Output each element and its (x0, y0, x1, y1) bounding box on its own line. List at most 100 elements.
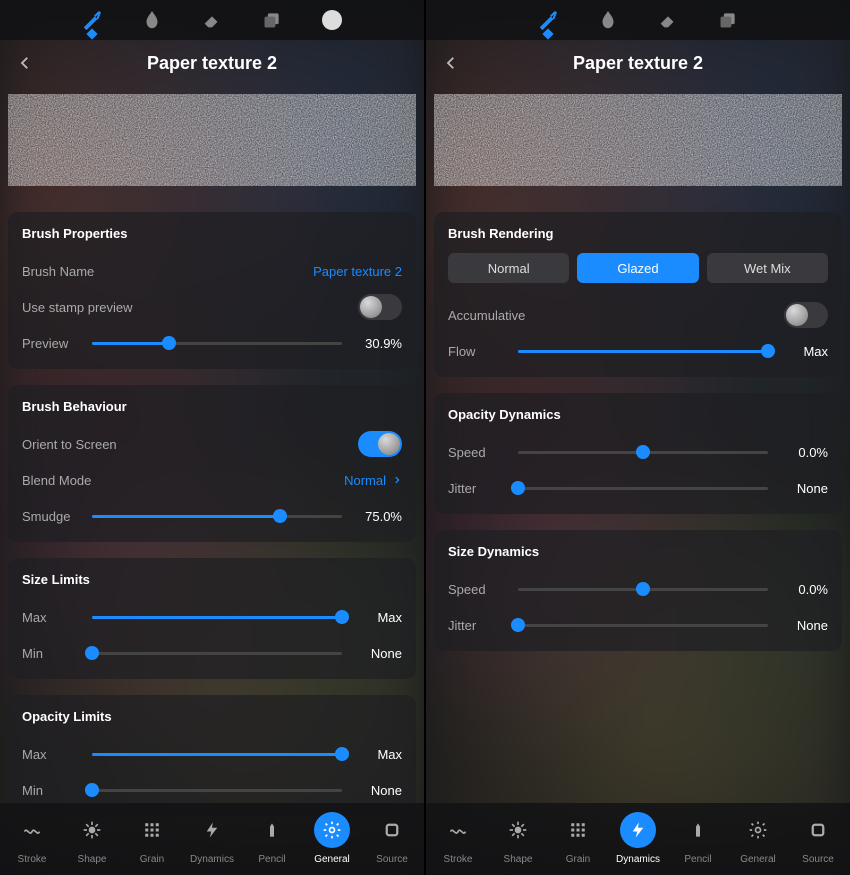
tab-label: Stroke (444, 854, 473, 865)
row-smudge: Smudge 75.0% (22, 498, 402, 534)
row-od-jitter: Jitter None (448, 470, 828, 506)
tab-general[interactable]: General (302, 812, 362, 865)
sd-speed-slider[interactable] (518, 588, 768, 591)
tab-stroke[interactable]: Stroke (2, 812, 62, 865)
size-max-slider[interactable] (92, 616, 342, 619)
back-icon[interactable] (16, 54, 34, 72)
card-title: Brush Rendering (448, 226, 828, 241)
card-title: Opacity Dynamics (448, 407, 828, 422)
od-jitter-value: None (778, 481, 828, 496)
tab-shape[interactable]: Shape (62, 812, 122, 865)
sd-jitter-slider[interactable] (518, 624, 768, 627)
tab-source[interactable]: Source (362, 812, 422, 865)
rendering-mode-segment: Normal Glazed Wet Mix (448, 253, 828, 283)
eraser-tool-icon[interactable] (200, 8, 224, 32)
accumulative-label: Accumulative (448, 308, 525, 323)
panel-general: Paper texture 2 Brush Properties Brush N… (0, 0, 424, 875)
card-title: Brush Behaviour (22, 399, 402, 414)
blend-mode-label: Blend Mode (22, 473, 91, 488)
layers-tool-icon[interactable] (716, 8, 740, 32)
seg-normal[interactable]: Normal (448, 253, 569, 283)
preview-slider[interactable] (92, 342, 342, 345)
grid-icon (560, 812, 596, 848)
smudge-tool-icon[interactable] (140, 8, 164, 32)
pencil-icon (254, 812, 290, 848)
back-icon[interactable] (442, 54, 460, 72)
flow-slider[interactable] (518, 350, 768, 353)
tab-general[interactable]: General (728, 812, 788, 865)
sd-jitter-label: Jitter (448, 618, 508, 633)
tab-label: Shape (78, 854, 107, 865)
tab-pencil[interactable]: Pencil (242, 812, 302, 865)
flow-label: Flow (448, 344, 508, 359)
tab-grain[interactable]: Grain (548, 812, 608, 865)
brush-preview (434, 78, 842, 208)
card-title: Size Dynamics (448, 544, 828, 559)
smudge-tool-icon[interactable] (596, 8, 620, 32)
wave-icon (440, 812, 476, 848)
od-jitter-slider[interactable] (518, 487, 768, 490)
brush-tool-icon[interactable] (536, 8, 560, 32)
wave-icon (14, 812, 50, 848)
bottom-tab-bar: Stroke Shape Grain Dynamics PencilGeneralSou… (0, 803, 424, 875)
accumulative-toggle[interactable] (784, 302, 828, 328)
od-jitter-label: Jitter (448, 481, 508, 496)
burst-icon (500, 812, 536, 848)
tab-dynamics[interactable]: Dynamics (182, 812, 242, 865)
preview-label: Preview (22, 336, 82, 351)
row-size-max: Max Max (22, 599, 402, 635)
opacity-min-slider[interactable] (92, 789, 342, 792)
page-title: Paper texture 2 (573, 53, 703, 74)
flow-value: Max (778, 344, 828, 359)
row-preview-slider: Preview 30.9% (22, 325, 402, 361)
tab-source[interactable]: Source (788, 812, 848, 865)
tab-grain[interactable]: Grain (122, 812, 182, 865)
size-min-slider[interactable] (92, 652, 342, 655)
card-opacity-limits: Opacity Limits Max Max Min (8, 695, 416, 816)
tab-stroke[interactable]: Stroke (428, 812, 488, 865)
square-icon (374, 812, 410, 848)
size-max-label: Max (22, 610, 82, 625)
od-speed-label: Speed (448, 445, 508, 460)
tab-label: Grain (140, 854, 164, 865)
opacity-max-slider[interactable] (92, 753, 342, 756)
header: Paper texture 2 (426, 40, 850, 78)
grid-icon (134, 812, 170, 848)
seg-wetmix[interactable]: Wet Mix (707, 253, 828, 283)
sd-speed-value: 0.0% (778, 582, 828, 597)
square-icon (800, 812, 836, 848)
tab-shape[interactable]: Shape (488, 812, 548, 865)
brush-name-label: Brush Name (22, 264, 94, 279)
tab-dynamics[interactable]: Dynamics (608, 812, 668, 865)
seg-glazed[interactable]: Glazed (577, 253, 698, 283)
row-opacity-max: Max Max (22, 736, 402, 772)
smudge-slider[interactable] (92, 515, 342, 518)
smudge-label: Smudge (22, 509, 82, 524)
stamp-preview-label: Use stamp preview (22, 300, 133, 315)
blend-mode-value: Normal (344, 473, 386, 488)
tab-label: Shape (504, 854, 533, 865)
sd-jitter-value: None (778, 618, 828, 633)
card-title: Brush Properties (22, 226, 402, 241)
opacity-max-value: Max (352, 747, 402, 762)
opacity-min-label: Min (22, 783, 82, 798)
od-speed-value: 0.0% (778, 445, 828, 460)
color-tool-icon[interactable] (320, 8, 344, 32)
od-speed-slider[interactable] (518, 451, 768, 454)
tab-label: Dynamics (190, 854, 234, 865)
tab-pencil[interactable]: Pencil (668, 812, 728, 865)
stamp-preview-toggle[interactable] (358, 294, 402, 320)
bolt-icon (194, 812, 230, 848)
card-opacity-dynamics: Opacity Dynamics Speed 0.0% Jitter (434, 393, 842, 514)
brush-name-value[interactable]: Paper texture 2 (313, 264, 402, 279)
orient-toggle[interactable] (358, 431, 402, 457)
orient-label: Orient to Screen (22, 437, 117, 452)
brush-tool-icon[interactable] (80, 8, 104, 32)
bolt-icon (620, 812, 656, 848)
tab-label: Pencil (684, 854, 711, 865)
card-title: Size Limits (22, 572, 402, 587)
row-brush-name[interactable]: Brush Name Paper texture 2 (22, 253, 402, 289)
eraser-tool-icon[interactable] (656, 8, 680, 32)
row-blend-mode[interactable]: Blend Mode Normal (22, 462, 402, 498)
layers-tool-icon[interactable] (260, 8, 284, 32)
